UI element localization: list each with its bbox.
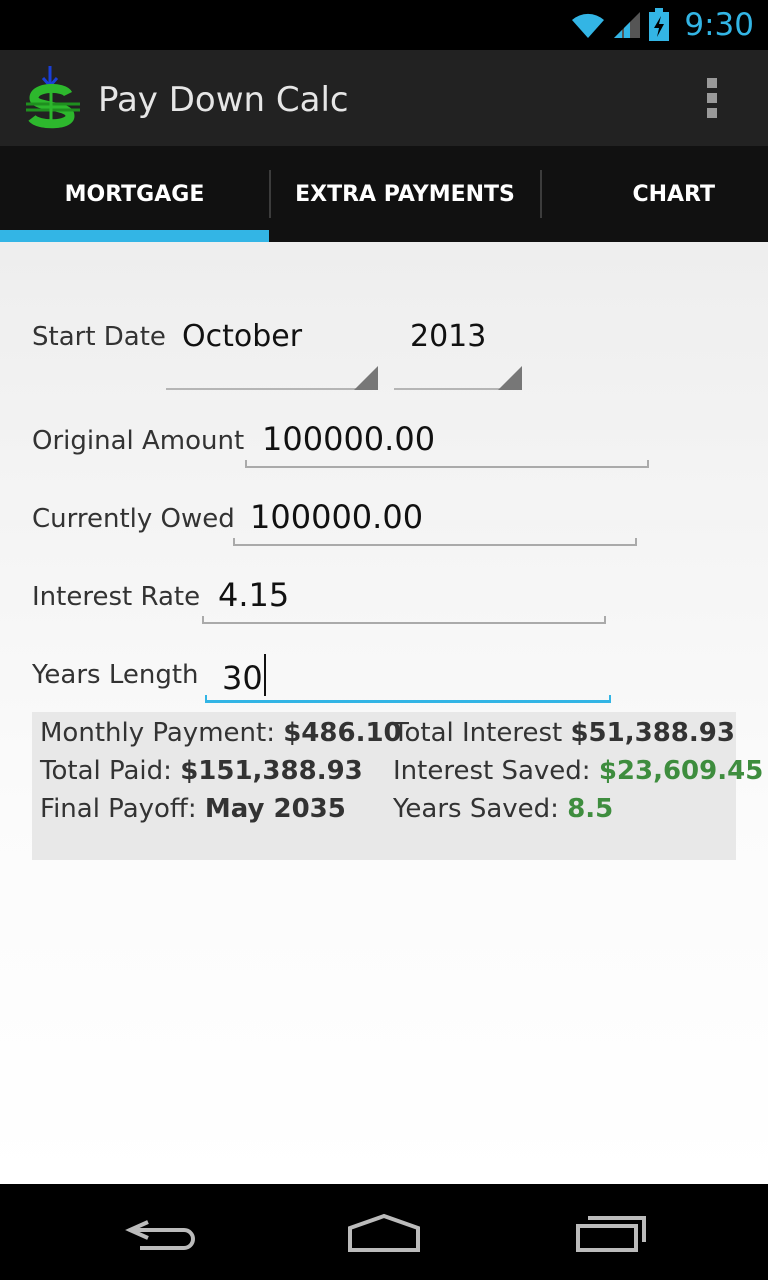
result-label: Final Payoff: (40, 794, 205, 824)
wifi-icon (572, 13, 605, 38)
status-icons: 9:30 (570, 6, 754, 44)
app-title: Pay Down Calc (98, 80, 349, 120)
years-length-text: 30 (222, 654, 266, 697)
tab-label: MORTGAGE (64, 181, 205, 207)
result-value: $486.10 (283, 718, 402, 748)
text-cursor (263, 654, 266, 696)
original-amount-label: Original Amount (32, 426, 245, 456)
monthly-payment: Monthly Payment: $486.10 (40, 718, 402, 748)
navigation-bar (0, 1184, 768, 1280)
tab-divider (540, 170, 542, 218)
recent-apps-icon[interactable] (560, 1208, 660, 1258)
total-interest: Total Interest $51,388.93 (393, 718, 735, 748)
spinner-underline (166, 388, 378, 390)
signal-icon (614, 12, 641, 38)
status-time: 9:30 (684, 7, 754, 43)
years-length-value: 30 (222, 659, 263, 697)
status-bar: 9:30 (0, 0, 768, 50)
result-label: Total Interest (393, 718, 571, 748)
field-underline (233, 538, 637, 546)
years-length-label: Years Length (32, 660, 199, 690)
mortgage-form: Start Date October 2013 Original Amount … (0, 242, 768, 1184)
years-saved: Years Saved: 8.5 (393, 794, 613, 824)
tab-extra-payments[interactable]: EXTRA PAYMENTS (269, 146, 541, 242)
month-value: October (182, 319, 303, 354)
home-icon[interactable] (334, 1208, 434, 1258)
currently-owed-label: Currently Owed (32, 504, 235, 534)
back-icon[interactable] (118, 1208, 218, 1258)
tab-label: EXTRA PAYMENTS (295, 181, 515, 207)
result-label: Years Saved: (393, 794, 568, 824)
result-value: $151,388.93 (180, 756, 363, 786)
start-date-label: Start Date (32, 322, 166, 352)
original-amount-value: 100000.00 (262, 420, 436, 458)
overflow-menu-icon[interactable] (698, 74, 726, 122)
year-value: 2013 (410, 319, 487, 354)
tab-label: CHART (632, 181, 715, 207)
field-underline-focused (205, 695, 611, 703)
battery-charging-icon (649, 8, 670, 41)
tab-chart[interactable]: CHART (541, 146, 768, 242)
result-value: 8.5 (567, 794, 614, 824)
field-underline (245, 460, 649, 468)
tab-mortgage[interactable]: MORTGAGE (0, 146, 269, 242)
result-value: $23,609.45 (598, 756, 764, 786)
action-bar: Pay Down Calc (0, 50, 768, 146)
total-paid: Total Paid: $151,388.93 (40, 756, 363, 786)
result-value: $51,388.93 (570, 718, 735, 748)
result-value: May 2035 (204, 794, 346, 824)
result-label: Total Paid: (40, 756, 181, 786)
interest-rate-label: Interest Rate (32, 582, 201, 612)
tab-selected-indicator (0, 230, 269, 242)
interest-rate-value: 4.15 (218, 576, 290, 614)
result-label: Monthly Payment: (40, 718, 284, 748)
field-underline (202, 616, 606, 624)
final-payoff: Final Payoff: May 2035 (40, 794, 346, 824)
dollar-down-arrow-icon (26, 66, 80, 129)
currently-owed-value: 100000.00 (250, 498, 424, 536)
tab-bar: MORTGAGE EXTRA PAYMENTS CHART (0, 146, 768, 242)
tab-divider (269, 170, 271, 218)
results-panel: Monthly Payment: $486.10 Total Paid: $15… (32, 712, 763, 860)
dropdown-arrow-icon (498, 366, 522, 390)
interest-saved: Interest Saved: $23,609.45 (393, 756, 763, 786)
result-label: Interest Saved: (393, 756, 599, 786)
dropdown-arrow-icon (354, 366, 378, 390)
